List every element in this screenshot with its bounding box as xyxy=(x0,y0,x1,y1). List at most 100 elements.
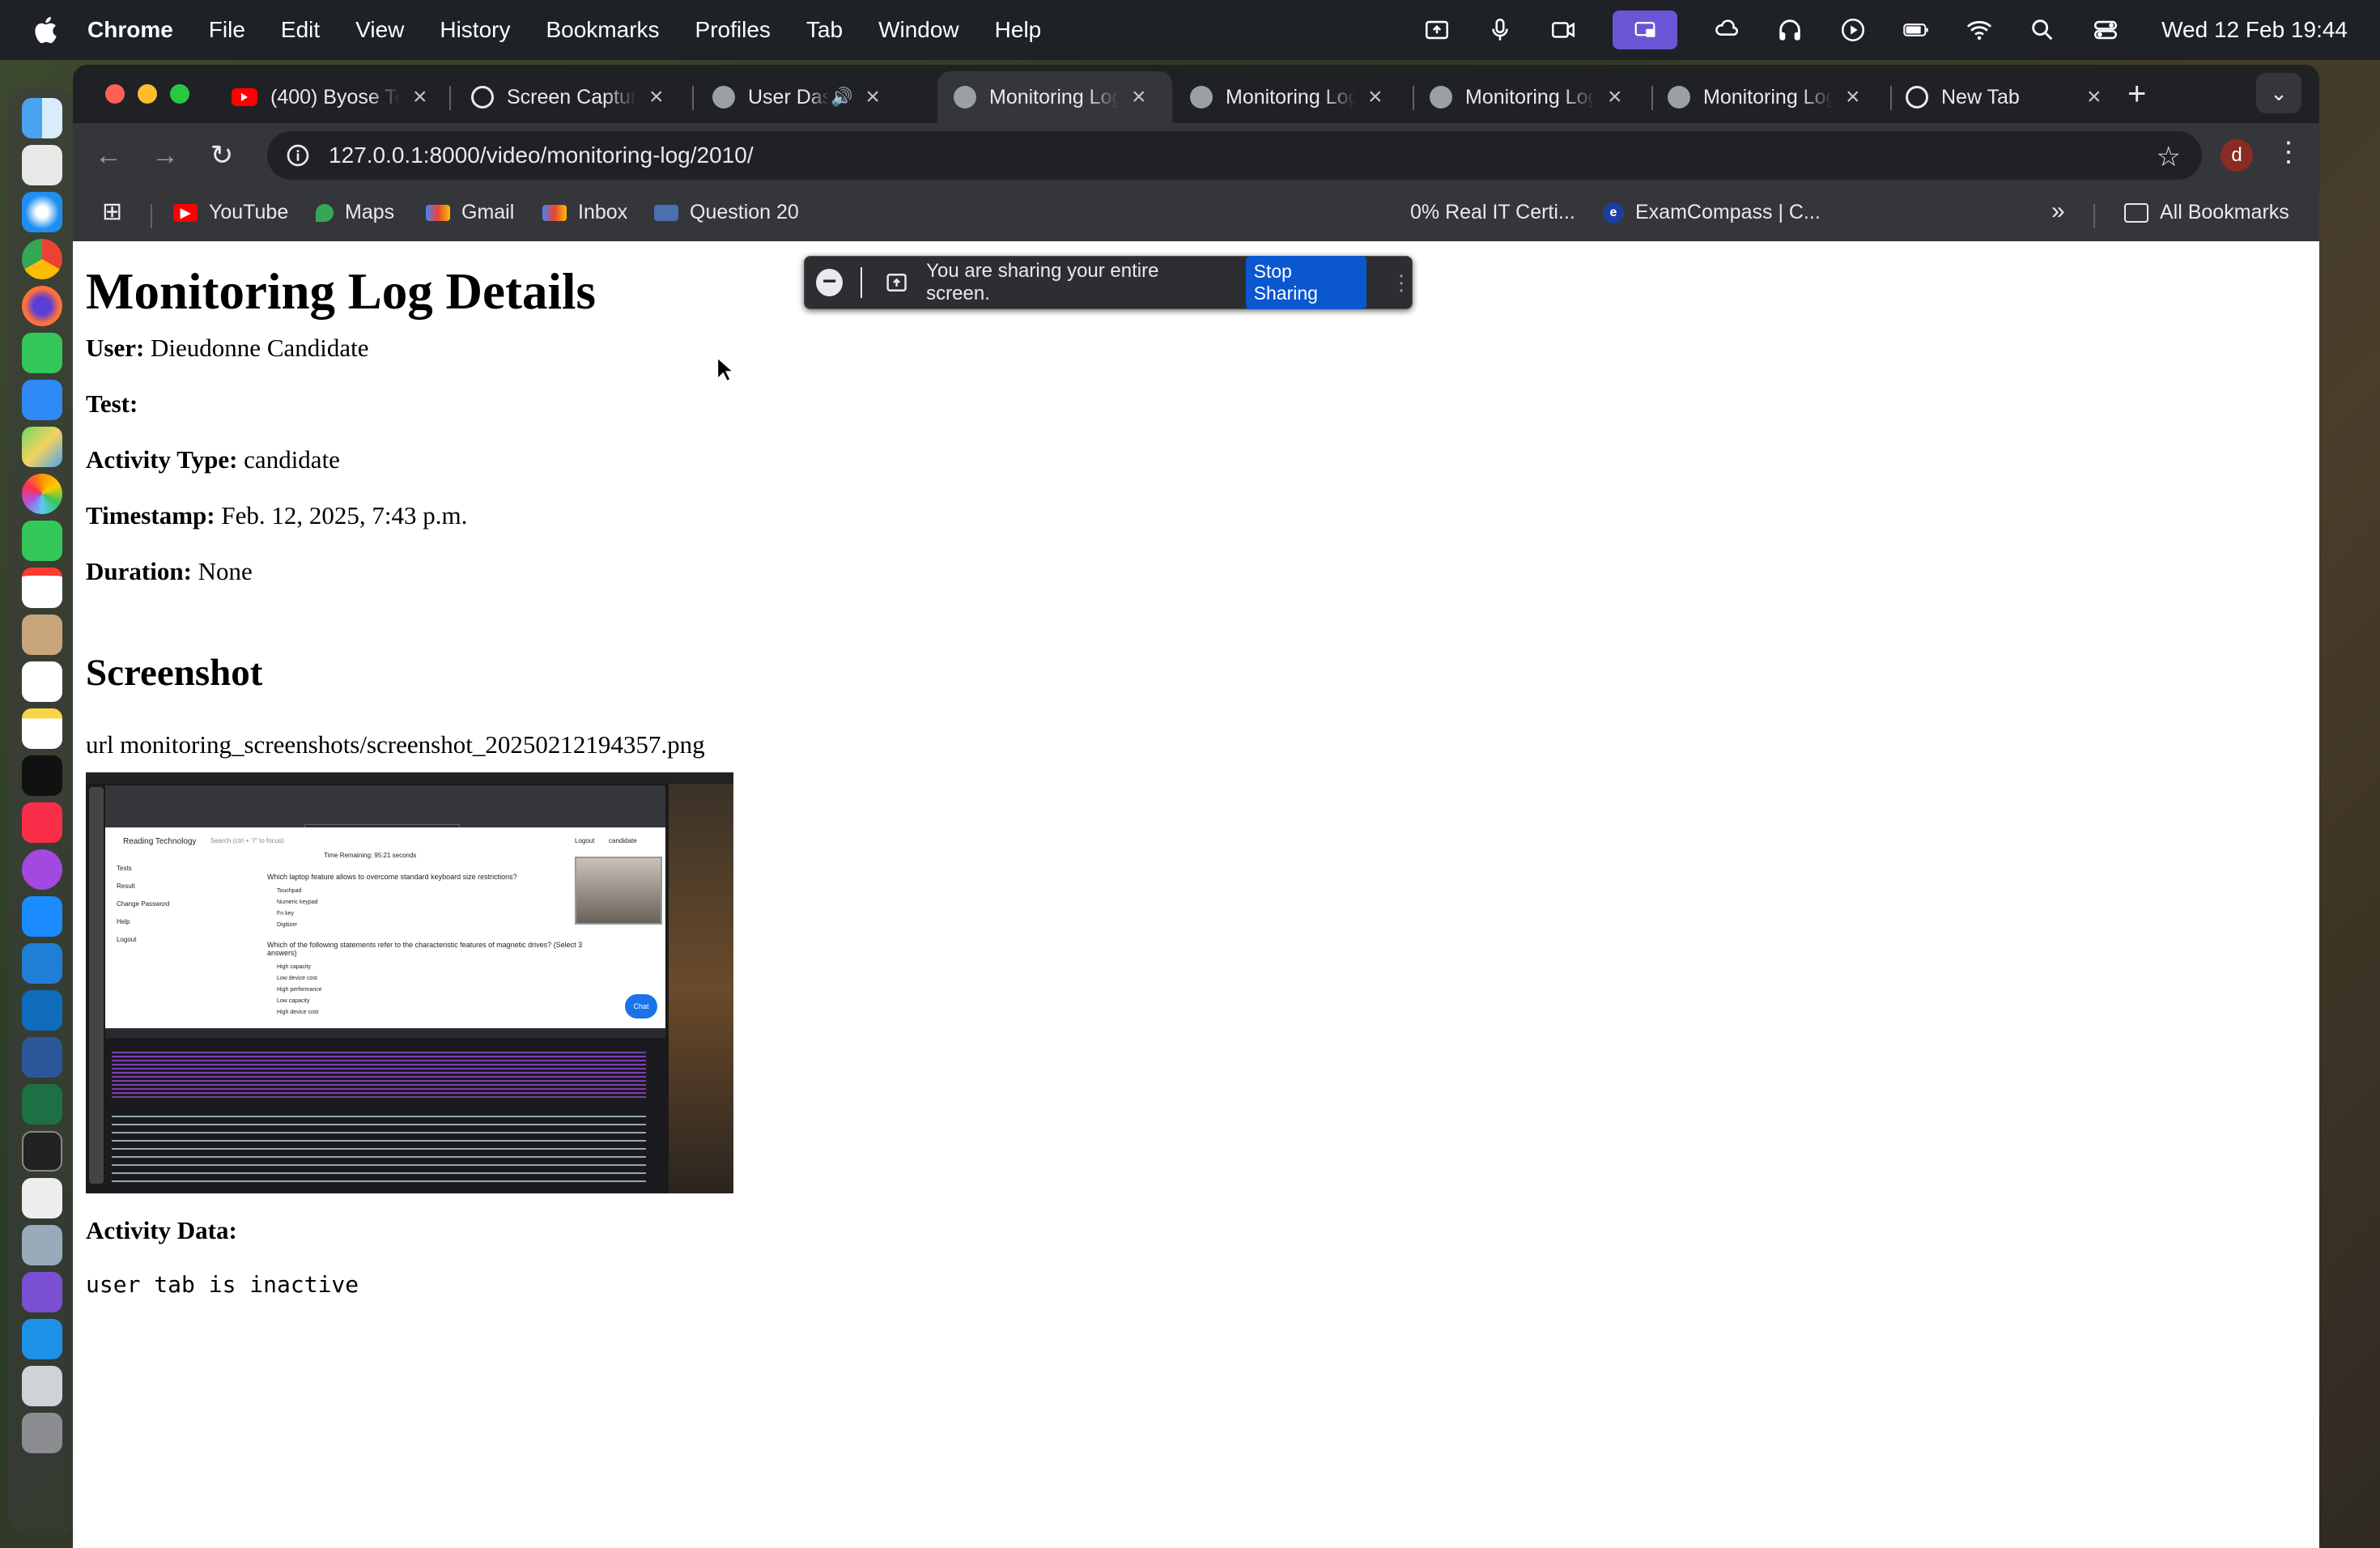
tab-title: New Tab xyxy=(1941,85,2020,108)
screenshot-image[interactable]: Reading Technology Search (ctrl + "/" to… xyxy=(86,772,733,1193)
screen-mirroring-icon[interactable] xyxy=(1613,11,1678,49)
minimize-sharing-bar-icon[interactable]: − xyxy=(816,269,844,296)
app-name[interactable]: Chrome xyxy=(87,17,173,43)
finder-icon[interactable] xyxy=(22,98,62,138)
tab-new-tab[interactable]: New Tab × xyxy=(1889,71,2116,123)
speaker-icon[interactable]: 🔊 xyxy=(831,87,852,108)
thumb-q1: Which laptop feature allows to overcome … xyxy=(267,873,517,881)
mail-icon[interactable] xyxy=(22,380,62,420)
launchpad-icon[interactable] xyxy=(22,145,62,185)
wifi-icon[interactable] xyxy=(1966,16,1993,44)
address-bar[interactable]: 127.0.0.1:8000/video/monitoring-log/2010… xyxy=(267,131,2202,180)
close-window-button[interactable] xyxy=(105,84,125,104)
menu-profiles[interactable]: Profiles xyxy=(695,17,771,43)
bookmark-star-icon[interactable]: ☆ xyxy=(2157,141,2181,173)
spotlight-search-icon[interactable] xyxy=(2029,16,2056,44)
headphones-icon[interactable] xyxy=(1776,16,1804,44)
tab-monitoring-log[interactable]: Monitoring Log × xyxy=(1174,71,1409,123)
apple-tv-icon[interactable] xyxy=(22,755,62,796)
trash-icon[interactable] xyxy=(22,1413,62,1453)
microphone-icon[interactable] xyxy=(1486,16,1514,44)
tab-screen-capture[interactable]: Screen Capture × xyxy=(455,71,683,123)
textedit-icon[interactable] xyxy=(22,1178,62,1218)
tab-monitoring-log[interactable]: Monitoring Log × xyxy=(1651,71,1886,123)
close-icon[interactable]: × xyxy=(649,83,664,111)
menu-edit[interactable]: Edit xyxy=(281,17,320,43)
menu-view[interactable]: View xyxy=(355,17,404,43)
site-info-icon[interactable] xyxy=(285,142,311,168)
bookmark-real-it[interactable]: 0% Real IT Certi... xyxy=(1410,201,1575,224)
vscode-icon[interactable] xyxy=(22,943,62,984)
screen-share-icon[interactable] xyxy=(1423,16,1451,44)
close-icon[interactable]: × xyxy=(413,83,427,111)
menu-bookmarks[interactable]: Bookmarks xyxy=(546,17,659,43)
drag-handle-icon[interactable]: ⋮ xyxy=(1391,272,1412,293)
terminal-icon[interactable] xyxy=(22,1131,62,1172)
excel-icon[interactable] xyxy=(22,1084,62,1125)
photos-icon[interactable] xyxy=(22,474,62,514)
play-icon[interactable] xyxy=(1839,16,1867,44)
minimize-window-button[interactable] xyxy=(138,84,157,104)
calendar-icon[interactable] xyxy=(22,568,62,608)
app-store-icon[interactable] xyxy=(22,896,62,937)
tab-monitoring-log[interactable]: Monitoring Log × xyxy=(1413,71,1648,123)
menu-help[interactable]: Help xyxy=(995,17,1042,43)
battery-icon[interactable] xyxy=(1902,16,1930,44)
menu-tab[interactable]: Tab xyxy=(806,17,843,43)
tab-monitoring-log-active[interactable]: Monitoring Log × xyxy=(937,71,1172,123)
menu-clock[interactable]: Wed 12 Feb 19:44 xyxy=(2161,17,2348,43)
facetime-icon[interactable] xyxy=(22,521,62,561)
tab-search-icon[interactable]: ⌄ xyxy=(2256,73,2301,113)
safari-icon[interactable] xyxy=(22,192,62,232)
menu-window[interactable]: Window xyxy=(878,17,959,43)
docker-icon[interactable] xyxy=(22,1319,62,1359)
close-icon[interactable]: × xyxy=(865,83,880,111)
close-icon[interactable]: × xyxy=(1368,83,1383,111)
profile-avatar[interactable]: d xyxy=(2221,139,2253,172)
close-icon[interactable]: × xyxy=(1132,83,1146,111)
notes-icon[interactable] xyxy=(22,708,62,749)
messages-icon[interactable] xyxy=(22,333,62,373)
globe-icon xyxy=(1430,86,1452,108)
firefox-icon[interactable] xyxy=(22,286,62,326)
preview-icon[interactable] xyxy=(22,1225,62,1265)
contacts-icon[interactable] xyxy=(22,615,62,655)
close-icon[interactable]: × xyxy=(2087,83,2102,111)
reload-icon[interactable]: ↻ xyxy=(206,139,238,172)
outlook-icon[interactable] xyxy=(22,990,62,1031)
new-tab-button[interactable]: + xyxy=(2127,76,2146,113)
menu-history[interactable]: History xyxy=(440,17,510,43)
url-text[interactable]: 127.0.0.1:8000/video/monitoring-log/2010… xyxy=(329,142,754,168)
reminders-icon[interactable] xyxy=(22,661,62,702)
bookmark-question[interactable]: Question 20 xyxy=(654,201,799,224)
apple-icon[interactable] xyxy=(31,15,58,45)
database-icon[interactable] xyxy=(22,1366,62,1406)
menu-file[interactable]: File xyxy=(209,17,245,43)
bookmark-examcompass[interactable]: e ExamCompass | C... xyxy=(1603,201,1821,224)
tab-youtube[interactable]: (400) Byose Teta × xyxy=(215,71,442,123)
apps-grid-icon[interactable]: ⊞ xyxy=(102,198,122,226)
maps-icon[interactable] xyxy=(22,427,62,467)
chrome-icon[interactable] xyxy=(22,239,62,279)
forward-icon[interactable]: → xyxy=(149,139,181,172)
close-icon[interactable]: × xyxy=(1608,83,1622,111)
control-center-icon[interactable] xyxy=(2092,16,2119,44)
github-desktop-icon[interactable] xyxy=(22,1272,62,1312)
tab-user-dashboard[interactable]: User Dashboard 🔊 × xyxy=(696,71,931,123)
music-icon[interactable] xyxy=(22,802,62,843)
zoom-window-button[interactable] xyxy=(170,84,189,104)
bookmark-maps[interactable]: Maps xyxy=(316,201,394,224)
podcasts-icon[interactable] xyxy=(22,849,62,890)
stop-sharing-button[interactable]: Stop Sharing xyxy=(1245,256,1366,309)
word-icon[interactable] xyxy=(22,1037,62,1078)
chrome-menu-icon[interactable]: ⋮ xyxy=(2275,136,2302,168)
more-bookmarks-icon[interactable]: » xyxy=(2051,198,2065,225)
weather-icon[interactable] xyxy=(1713,16,1740,44)
camera-icon[interactable] xyxy=(1549,16,1577,44)
bookmark-inbox[interactable]: Inbox xyxy=(542,201,627,224)
back-icon[interactable]: ← xyxy=(92,139,125,172)
bookmark-youtube[interactable]: ▶ YouTube xyxy=(173,201,288,224)
bookmark-gmail[interactable]: Gmail xyxy=(426,201,514,224)
all-bookmarks[interactable]: All Bookmarks xyxy=(2124,201,2289,224)
close-icon[interactable]: × xyxy=(1846,83,1860,111)
